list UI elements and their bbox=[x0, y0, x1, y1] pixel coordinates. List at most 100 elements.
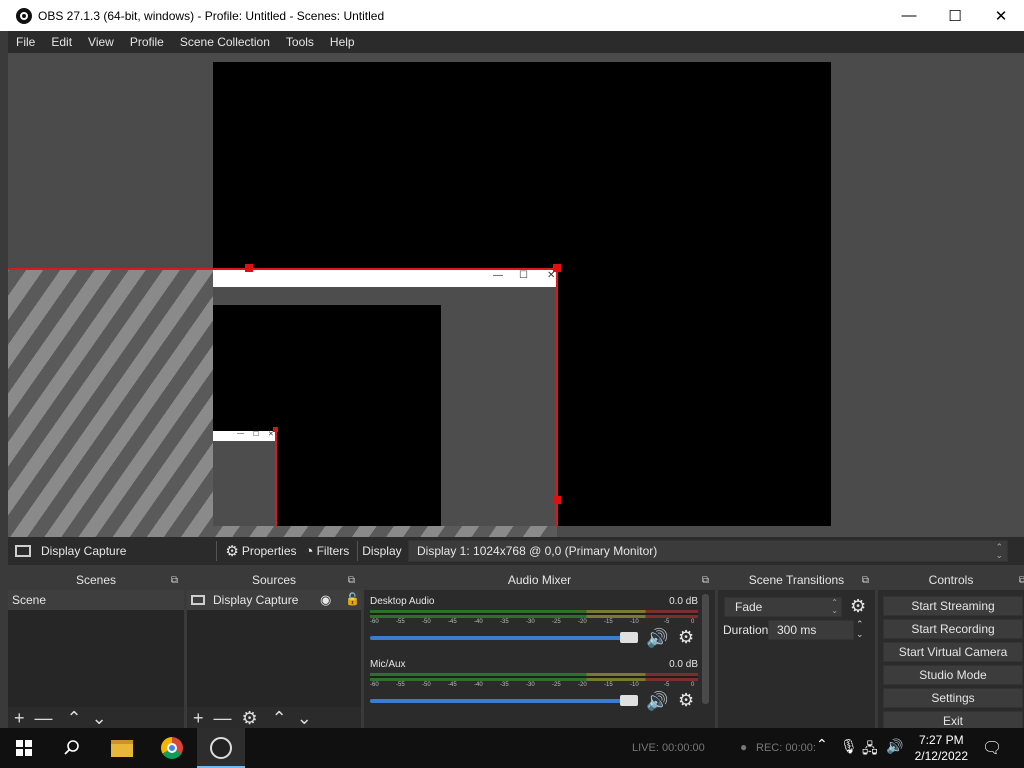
start-button[interactable] bbox=[0, 728, 48, 768]
move-source-up-button[interactable]: ⌃ bbox=[272, 708, 287, 729]
move-scene-down-button[interactable]: ⌄ bbox=[92, 708, 107, 729]
source-name: Display Capture bbox=[213, 593, 299, 607]
mixer-scrollbar[interactable] bbox=[702, 594, 709, 704]
list-item[interactable]: Scene bbox=[8, 590, 184, 610]
duration-spinner[interactable]: ⌃ ⌄ bbox=[856, 619, 864, 639]
gear-icon: ⚙ bbox=[225, 543, 239, 560]
obs-taskbar-button[interactable] bbox=[197, 728, 245, 768]
selection-border-top bbox=[8, 268, 558, 270]
channel-db: 0.0 dB bbox=[669, 596, 698, 607]
search-icon bbox=[64, 740, 79, 755]
volume-fader[interactable] bbox=[370, 636, 635, 640]
menu-scene-collection[interactable]: Scene Collection bbox=[172, 35, 278, 49]
menu-file[interactable]: File bbox=[8, 35, 43, 49]
transition-select[interactable]: Fade ⌃ ⌄ bbox=[724, 597, 842, 617]
gear-icon[interactable]: ⚙ bbox=[678, 627, 694, 648]
selection-border-right bbox=[556, 268, 558, 526]
add-source-button[interactable]: + bbox=[193, 708, 204, 729]
speaker-icon[interactable]: 🔊 bbox=[646, 628, 668, 649]
menu-profile[interactable]: Profile bbox=[122, 35, 172, 49]
menu-help[interactable]: Help bbox=[322, 35, 363, 49]
audio-mixer-dock: Audio Mixer ⧉ Desktop Audio 0.0 dB -60 -5… bbox=[364, 571, 715, 729]
volume-icon[interactable]: 🔊 bbox=[886, 738, 903, 755]
windows-taskbar: LIVE: 00:00:00 ● REC: 00:00: ⌃ 🎙 🖧 🔊 7:2… bbox=[0, 728, 1024, 768]
scenes-footer: + — ⌃ ⌄ bbox=[8, 707, 184, 729]
close-button[interactable]: ✕ bbox=[978, 0, 1024, 31]
gear-icon[interactable]: ⚙ bbox=[678, 690, 694, 711]
display-label: Display bbox=[362, 544, 402, 558]
minimize-button[interactable]: — bbox=[886, 0, 932, 31]
move-source-down-button[interactable]: ⌄ bbox=[297, 708, 312, 729]
remove-scene-button[interactable]: — bbox=[35, 708, 53, 729]
move-scene-up-button[interactable]: ⌃ bbox=[67, 708, 82, 729]
undock-icon[interactable]: ⧉ bbox=[702, 571, 709, 590]
microphone-icon[interactable]: 🎙 bbox=[840, 738, 858, 755]
scene-name: Scene bbox=[12, 593, 47, 607]
scenes-list[interactable]: Scene bbox=[8, 590, 184, 707]
captured-window: — ☐ ✕ — ☐ ✕ bbox=[213, 268, 558, 526]
menu-view[interactable]: View bbox=[80, 35, 122, 49]
settings-button[interactable]: Settings bbox=[883, 688, 1023, 708]
filters-button[interactable]: ◔ Filters bbox=[305, 543, 350, 560]
resize-handle-top[interactable] bbox=[245, 264, 253, 272]
sources-list[interactable]: Display Capture ◉ 🔓 bbox=[187, 590, 361, 707]
captured-inner-window bbox=[213, 431, 275, 526]
toolbar-divider bbox=[216, 541, 218, 561]
fader-handle[interactable] bbox=[620, 695, 638, 706]
clock[interactable]: 7:27 PM 2/12/2022 bbox=[915, 732, 968, 764]
source-toolbar: Display Capture ⚙ Properties ◔ Filters D… bbox=[8, 537, 1024, 565]
duration-field[interactable]: 300 ms bbox=[768, 620, 854, 640]
fader-handle[interactable] bbox=[620, 632, 638, 643]
clock-date: 2/12/2022 bbox=[914, 749, 968, 763]
menu-tools[interactable]: Tools bbox=[278, 35, 322, 49]
display-select[interactable]: Display 1: 1024x768 @ 0,0 (Primary Monit… bbox=[408, 540, 1008, 562]
inner-resize-handle bbox=[273, 427, 278, 432]
menu-bar: File Edit View Profile Scene Collection … bbox=[8, 31, 1024, 53]
maximize-button[interactable]: ☐ bbox=[932, 0, 978, 31]
network-icon[interactable]: 🖧 bbox=[862, 738, 878, 762]
resize-handle-right[interactable] bbox=[553, 496, 561, 504]
chrome-button[interactable] bbox=[148, 728, 196, 768]
speaker-icon[interactable]: 🔊 bbox=[646, 691, 668, 712]
lock-icon[interactable]: 🔓 bbox=[345, 592, 360, 606]
volume-fader[interactable] bbox=[370, 699, 635, 703]
windows-logo-icon bbox=[16, 740, 32, 756]
list-item[interactable]: Display Capture ◉ 🔓 bbox=[187, 590, 361, 610]
window-title: OBS 27.1.3 (64-bit, windows) - Profile: … bbox=[38, 8, 385, 23]
start-streaming-button[interactable]: Start Streaming bbox=[883, 596, 1023, 616]
properties-button[interactable]: ⚙ Properties bbox=[225, 542, 296, 560]
meter-scale: -60 -55 -50 -45 -40 -35 -30 -25 -20 -15 -10 -5 0 bbox=[370, 682, 695, 688]
gear-icon[interactable]: ⚙ bbox=[850, 596, 866, 617]
scene-transitions-dock: Scene Transitions ⧉ Fade ⌃ ⌄ ⚙ Duration 3… bbox=[718, 571, 875, 729]
volume-meter bbox=[370, 673, 698, 681]
undock-icon[interactable]: ⧉ bbox=[1019, 571, 1024, 590]
chrome-icon bbox=[161, 737, 183, 759]
filters-label: Filters bbox=[316, 544, 350, 558]
controls-title: Controls bbox=[928, 573, 974, 587]
menu-edit[interactable]: Edit bbox=[43, 35, 80, 49]
undock-icon[interactable]: ⧉ bbox=[171, 571, 178, 590]
start-recording-button[interactable]: Start Recording bbox=[883, 619, 1023, 639]
duration-value: 300 ms bbox=[777, 623, 817, 637]
channel-name: Desktop Audio bbox=[370, 596, 435, 607]
chevron-updown-icon: ⌃ ⌄ bbox=[831, 598, 838, 615]
sources-dock: Sources ⧉ Display Capture ◉ 🔓 + — ⚙ ⌃ ⌄ bbox=[187, 571, 361, 729]
notification-icon[interactable]: 🗨 bbox=[982, 738, 1002, 758]
preview-area[interactable]: — ☐ ✕ — ☐ ✕ bbox=[8, 53, 1024, 537]
resize-handle-top-right[interactable] bbox=[553, 264, 561, 272]
search-button[interactable] bbox=[48, 728, 96, 768]
captured-window-titlebar: — ☐ ✕ bbox=[213, 268, 558, 287]
eye-icon[interactable]: ◉ bbox=[320, 592, 331, 608]
undock-icon[interactable]: ⧉ bbox=[348, 571, 355, 590]
file-explorer-button[interactable] bbox=[98, 728, 146, 768]
studio-mode-button[interactable]: Studio Mode bbox=[883, 665, 1023, 685]
clock-time: 7:27 PM bbox=[918, 733, 964, 747]
remove-source-button[interactable]: — bbox=[214, 708, 232, 729]
undock-icon[interactable]: ⧉ bbox=[862, 571, 869, 590]
monitor-icon bbox=[191, 595, 205, 605]
start-virtual-camera-button[interactable]: Start Virtual Camera bbox=[883, 642, 1023, 662]
source-properties-button[interactable]: ⚙ bbox=[242, 708, 258, 729]
chevron-up-icon[interactable]: ⌃ bbox=[816, 736, 828, 753]
add-scene-button[interactable]: + bbox=[14, 708, 25, 729]
live-status: LIVE: 00:00:00 bbox=[632, 742, 705, 754]
